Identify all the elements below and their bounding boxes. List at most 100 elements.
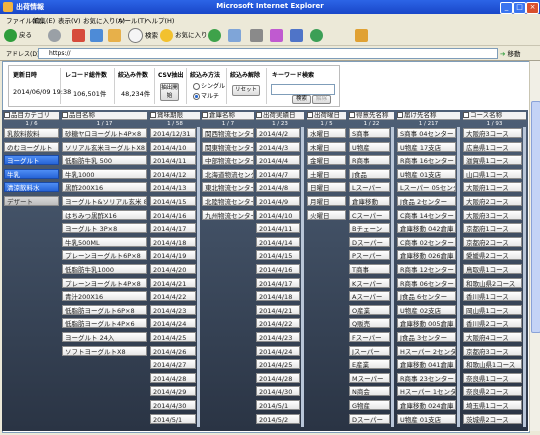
search-submit-button[interactable]: 検索 [292, 95, 311, 104]
menu-help[interactable]: ヘルプ(H) [145, 15, 174, 25]
checkbox-icon[interactable] [397, 112, 403, 118]
column-header[interactable]: 倉庫名称 [202, 112, 254, 120]
checkbox-icon[interactable] [4, 112, 10, 118]
list-item[interactable]: 2014/4/24 [150, 318, 196, 329]
vertical-scrollbar[interactable] [529, 61, 540, 431]
list-item[interactable]: 2014/4/22 [256, 318, 300, 329]
list-item[interactable]: デザート [4, 196, 59, 206]
list-item[interactable]: 岡山県1コース [463, 304, 522, 315]
list-item[interactable]: 広島県1コース [463, 141, 522, 152]
list-item[interactable]: 2014/4/11 [150, 155, 196, 166]
list-item[interactable]: 2014/4/16 [150, 209, 196, 220]
list-item[interactable]: 京都府1コース [463, 223, 522, 234]
list-item[interactable]: 2014/4/10 [256, 209, 300, 220]
column-header[interactable]: 品目カテゴリ [4, 112, 59, 120]
checkbox-icon[interactable] [349, 112, 355, 118]
list-item[interactable]: Lスーパー 05センター [397, 182, 456, 193]
list-item[interactable]: Dスーパー [349, 413, 390, 424]
reset-button[interactable]: リセット [232, 85, 260, 96]
column-header[interactable]: コース名称 [463, 112, 526, 120]
list-item[interactable]: 2014/4/7 [256, 168, 300, 179]
list-item[interactable]: 2014/4/25 [150, 332, 196, 342]
list-item[interactable]: 2014/4/23 [150, 304, 196, 315]
tools-button[interactable] [355, 28, 370, 42]
column-scrollbar[interactable] [457, 127, 460, 427]
list-item[interactable]: 大阪府4コース [463, 332, 522, 342]
list-item[interactable]: Q販売 [349, 318, 390, 329]
list-item[interactable]: プレーンヨーグルト4P×8 [62, 277, 147, 288]
home-button[interactable] [108, 28, 123, 42]
list-item[interactable]: 香川県1コース [463, 291, 522, 302]
list-item[interactable]: 茨城県2コース [463, 413, 522, 424]
list-item[interactable]: 奈良県2コース [463, 386, 522, 397]
maximize-icon[interactable]: □ [513, 2, 526, 14]
list-item[interactable]: R商事 16センター [397, 155, 456, 166]
list-item[interactable]: 金曜日 [307, 155, 346, 166]
list-item[interactable]: 倉庫移動 042倉庫 [397, 223, 456, 234]
checkbox-icon[interactable] [150, 112, 156, 118]
list-item[interactable]: 2014/4/26 [150, 345, 196, 356]
list-item[interactable]: 鳥取県1コース [463, 264, 522, 274]
list-item[interactable]: 倉庫移動 041倉庫 [397, 359, 456, 370]
list-item[interactable]: 低脂肪ヨーグルト6P×8 [62, 304, 147, 315]
list-item[interactable]: 牛乳1000 [62, 168, 147, 179]
list-item[interactable]: U物産 01支店 [397, 413, 456, 424]
list-item[interactable]: 2014/4/3 [256, 141, 300, 152]
list-item[interactable]: 2014/4/21 [150, 277, 196, 288]
list-item[interactable]: 中部物流センター [202, 155, 254, 166]
list-item[interactable]: ソリアル玄米ヨーグルトX8 [62, 141, 147, 152]
list-item[interactable]: G物産 [349, 400, 390, 410]
list-item[interactable]: 北陸物流センター [202, 196, 254, 206]
list-item[interactable]: 2014/4/28 [256, 372, 300, 383]
list-item[interactable]: N商会 [349, 386, 390, 397]
list-item[interactable]: S商事 04センター [397, 128, 456, 138]
list-item[interactable]: 2014/4/15 [150, 196, 196, 206]
menu-edit[interactable]: 編集(E) [33, 15, 55, 25]
list-item[interactable]: Aスーパー [349, 291, 390, 302]
messenger-button[interactable] [310, 28, 325, 42]
search-cancel-button[interactable]: 解除 [312, 95, 331, 104]
list-item[interactable]: 香川県2コース [463, 318, 522, 329]
go-button[interactable]: ➔ 移動 [500, 48, 521, 58]
list-item[interactable]: 北海道物流センター [202, 168, 254, 179]
list-item[interactable]: S商事 [349, 128, 390, 138]
method-single-radio[interactable]: シングル [193, 81, 225, 90]
list-item[interactable]: U物産 [349, 141, 390, 152]
list-item[interactable]: 倉庫移動 026倉庫 [397, 250, 456, 261]
list-item[interactable]: T商事 [349, 264, 390, 274]
list-item[interactable]: Jスーパー [349, 345, 390, 356]
list-item[interactable]: 2014/4/10 [150, 141, 196, 152]
list-item[interactable]: 2014/4/24 [256, 345, 300, 356]
list-item[interactable]: 九州物流センター [202, 209, 254, 220]
list-item[interactable]: 大阪府3コース [463, 209, 522, 220]
keyword-input[interactable] [271, 84, 335, 95]
stop-button[interactable] [72, 28, 87, 42]
list-item[interactable]: U物産 02支店 [397, 304, 456, 315]
list-item[interactable]: 2014/4/28 [150, 372, 196, 383]
list-item[interactable]: 低脂肪ヨーグルト4P×6 [62, 318, 147, 329]
list-item[interactable]: E産業 [349, 359, 390, 370]
checkbox-icon[interactable] [307, 112, 313, 118]
close-icon[interactable]: × [526, 2, 539, 14]
history-button[interactable] [208, 28, 223, 42]
list-item[interactable]: 2014/4/23 [256, 332, 300, 342]
list-item[interactable]: U物産 17支店 [397, 141, 456, 152]
list-item[interactable]: プレーンヨーグルト6P×8 [62, 250, 147, 261]
list-item[interactable]: 2014/4/9 [256, 196, 300, 206]
list-item[interactable]: 低脂肪牛乳1000 [62, 264, 147, 274]
list-item[interactable]: のむヨーグルト [4, 141, 59, 152]
list-item[interactable]: 2014/4/4 [256, 155, 300, 166]
method-multi-radio[interactable]: マルチ [193, 91, 219, 100]
list-item[interactable]: 2014/4/29 [150, 386, 196, 397]
refresh-button[interactable] [90, 28, 105, 42]
list-item[interactable]: 低脂肪牛乳 500 [62, 155, 147, 166]
list-item[interactable]: 和歌山県1コース [463, 359, 522, 370]
list-item[interactable]: 和歌山県2コース [463, 277, 522, 288]
list-item[interactable]: 2014/4/30 [150, 400, 196, 410]
list-item[interactable]: Pスーパー [349, 250, 390, 261]
checkbox-icon[interactable] [62, 112, 68, 118]
list-item[interactable]: U物産 01支店 [397, 168, 456, 179]
list-item[interactable]: J食品 3センター [397, 332, 456, 342]
list-item[interactable]: 2014/4/13 [150, 182, 196, 193]
list-item[interactable]: Cスーパー [349, 209, 390, 220]
